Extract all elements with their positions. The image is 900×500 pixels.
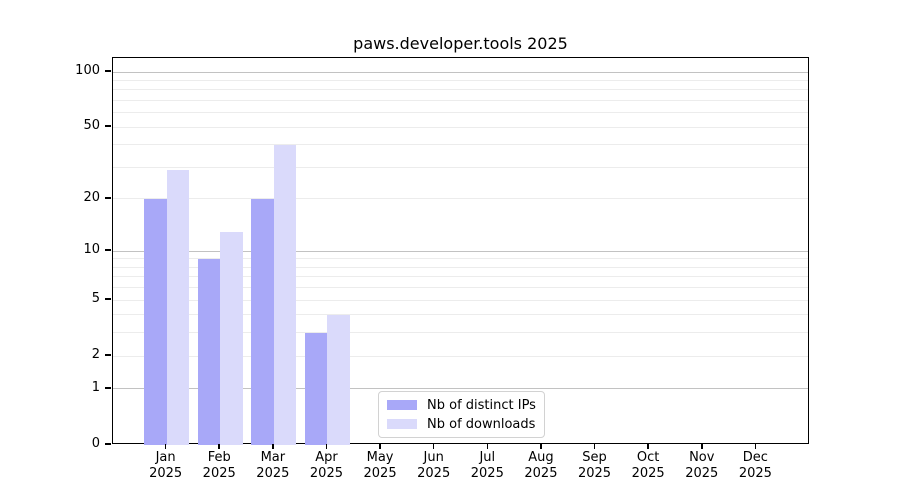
y-tick-label: 1 [52, 380, 100, 395]
x-tick-mark [487, 444, 489, 449]
bar-distinct-ips [144, 199, 167, 445]
x-tick-mark [272, 444, 274, 449]
x-tick-mark [755, 444, 757, 449]
x-tick-label: Feb 2025 [189, 450, 249, 482]
gridline-minor [113, 144, 808, 145]
x-tick-mark [218, 444, 220, 449]
y-tick-label: 5 [52, 291, 100, 306]
y-tick-label: 2 [52, 347, 100, 362]
legend-swatch-distinct-ips [387, 400, 417, 410]
gridline-minor [113, 100, 808, 101]
bar-distinct-ips [305, 333, 328, 445]
x-tick-label: Jun 2025 [404, 450, 464, 482]
gridline-minor [113, 80, 808, 81]
x-tick-mark [326, 444, 328, 449]
y-tick-mark [105, 249, 111, 251]
chart-title: paws.developer.tools 2025 [112, 34, 809, 56]
x-tick-label: Apr 2025 [296, 450, 356, 482]
bar-distinct-ips [198, 259, 221, 445]
y-tick-mark [105, 387, 111, 389]
gridline-major [113, 251, 808, 252]
x-tick-label: Jul 2025 [457, 450, 517, 482]
x-tick-mark [594, 444, 596, 449]
gridline-major [113, 72, 808, 73]
gridline-minor [113, 167, 808, 168]
x-tick-mark [540, 444, 542, 449]
y-tick-mark [105, 354, 111, 356]
y-tick-mark [105, 70, 111, 72]
x-tick-label: Nov 2025 [672, 450, 732, 482]
gridline-minor [113, 112, 808, 113]
x-tick-label: May 2025 [350, 450, 410, 482]
y-tick-label: 0 [52, 436, 100, 451]
legend-label-distinct-ips: Nb of distinct IPs [427, 398, 536, 413]
gridline-minor [113, 127, 808, 128]
bar-downloads [167, 170, 190, 445]
x-tick-label: Dec 2025 [725, 450, 785, 482]
y-tick-mark [105, 125, 111, 127]
plot-area [112, 57, 809, 444]
x-tick-mark [433, 444, 435, 449]
y-tick-mark [105, 443, 111, 445]
x-tick-label: Oct 2025 [618, 450, 678, 482]
legend-item-distinct-ips: Nb of distinct IPs [387, 398, 536, 413]
bar-downloads [327, 315, 350, 445]
legend-label-downloads: Nb of downloads [427, 417, 535, 432]
x-tick-mark [701, 444, 703, 449]
y-tick-label: 10 [52, 242, 100, 257]
x-tick-label: Mar 2025 [243, 450, 303, 482]
y-tick-label: 50 [52, 118, 100, 133]
legend: Nb of distinct IPs Nb of downloads [378, 391, 545, 438]
x-tick-mark [165, 444, 167, 449]
x-tick-label: Sep 2025 [565, 450, 625, 482]
bar-distinct-ips [251, 199, 274, 445]
legend-swatch-downloads [387, 419, 417, 429]
gridline-minor [113, 198, 808, 199]
legend-item-downloads: Nb of downloads [387, 417, 536, 432]
y-tick-label: 100 [52, 63, 100, 78]
x-tick-label: Aug 2025 [511, 450, 571, 482]
bar-downloads [274, 145, 297, 445]
x-tick-mark [647, 444, 649, 449]
x-tick-mark [379, 444, 381, 449]
x-tick-label: Jan 2025 [136, 450, 196, 482]
gridline-minor [113, 89, 808, 90]
chart-figure: paws.developer.tools 2025 0 1 2 5 10 20 50 100 J… [0, 0, 900, 500]
y-tick-mark [105, 298, 111, 300]
y-tick-label: 20 [52, 190, 100, 205]
bar-downloads [220, 232, 243, 445]
y-tick-mark [105, 197, 111, 199]
